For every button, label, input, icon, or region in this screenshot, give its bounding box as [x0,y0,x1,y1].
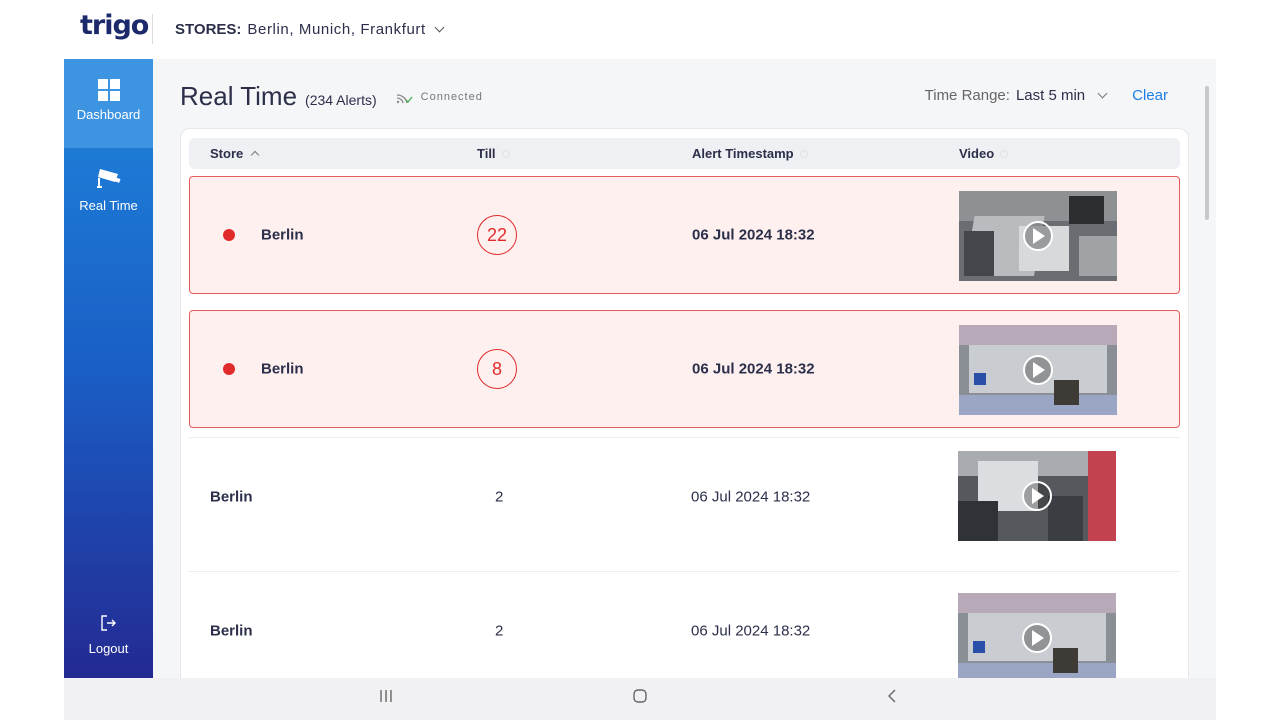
video-thumbnail[interactable] [958,451,1116,541]
trigo-logo: trigo [80,10,149,41]
chevron-down-icon[interactable] [1097,88,1108,99]
column-header-till[interactable]: Till [477,146,510,161]
sidebar-item-label: Dashboard [76,107,141,122]
table-header: Store Till Alert Timestamp Video [189,138,1180,169]
table-row[interactable]: Berlin 8 06 Jul 2024 18:32 [189,310,1180,428]
store-cell: Berlin [261,360,304,378]
scrollbar[interactable] [1205,86,1209,220]
stores-selector[interactable]: STORES: Berlin, Munich, Frankfurt [175,21,445,38]
sort-icon[interactable] [1000,149,1009,158]
column-header-label: Store [210,146,244,161]
sort-ascending-icon[interactable] [250,150,260,159]
time-range-select[interactable]: Last 5 min [1016,87,1085,104]
stores-value: Berlin, Munich, Frankfurt [247,21,426,38]
video-thumbnail[interactable] [959,325,1117,415]
wifi-connected-icon [396,94,413,104]
time-range-filter: Time Range: Last 5 min Clear [925,87,1168,104]
alert-indicator-dot [223,363,235,375]
connection-status: Connected [395,89,483,105]
timestamp-cell: 06 Jul 2024 18:32 [691,622,811,639]
table-row[interactable]: Berlin 2 06 Jul 2024 18:32 [189,571,1180,687]
security-camera-icon [64,165,153,192]
store-cell: Berlin [210,488,253,505]
home-icon[interactable] [632,688,648,704]
logout-icon [64,614,153,635]
till-cell: 2 [495,488,504,505]
store-cell: Berlin [261,226,304,244]
time-range-label: Time Range: [924,87,1010,104]
timestamp-cell: 06 Jul 2024 18:32 [692,360,815,378]
sidebar: Dashboard Real Time Logout [64,59,153,678]
main-content: Real Time (234 Alerts) Connected Time Ra… [153,59,1216,688]
column-header-timestamp[interactable]: Alert Timestamp [692,146,808,161]
column-header-label: Till [477,146,496,161]
system-navigation-bar [64,678,1216,720]
timestamp-cell: 06 Jul 2024 18:32 [692,226,815,244]
clear-button[interactable]: Clear [1132,87,1168,104]
sidebar-item-logout[interactable]: Logout [64,614,153,656]
alert-count: (234 Alerts) [305,92,377,108]
timestamp-cell: 06 Jul 2024 18:32 [691,488,811,505]
chevron-down-icon [434,22,445,33]
till-cell: 22 [477,215,517,255]
column-header-video[interactable]: Video [959,146,1009,161]
video-thumbnail[interactable] [958,593,1116,683]
connection-label: Connected [420,91,483,103]
column-header-label: Alert Timestamp [692,146,794,161]
sidebar-item-dashboard[interactable]: Dashboard [64,59,153,148]
page-title: Real Time [180,81,298,111]
dashboard-grid-icon [97,79,120,101]
store-cell: Berlin [210,622,253,639]
table-row[interactable]: Berlin 22 06 Jul 2024 18:32 [189,176,1180,294]
till-cell: 2 [495,622,504,639]
sidebar-item-real-time[interactable]: Real Time [64,165,153,213]
header-divider [152,14,153,44]
column-header-label: Video [959,146,995,161]
table-row[interactable]: Berlin 2 06 Jul 2024 18:32 [189,437,1180,555]
alerts-table: Store Till Alert Timestamp Video Berlin … [180,128,1189,688]
sidebar-item-label: Real Time [79,198,138,213]
top-bar: trigo STORES: Berlin, Munich, Frankfurt [0,0,1280,58]
till-cell: 8 [477,349,517,389]
alert-indicator-dot [223,229,235,241]
recent-apps-icon[interactable] [378,688,394,704]
video-thumbnail[interactable] [959,191,1117,281]
back-icon[interactable] [885,688,901,704]
stores-label: STORES: [175,21,242,38]
sort-icon[interactable] [799,149,808,158]
page-header: Real Time (234 Alerts) Connected [180,81,483,112]
sort-icon[interactable] [501,149,510,158]
sidebar-item-label: Logout [88,641,129,656]
column-header-store[interactable]: Store [210,146,260,161]
